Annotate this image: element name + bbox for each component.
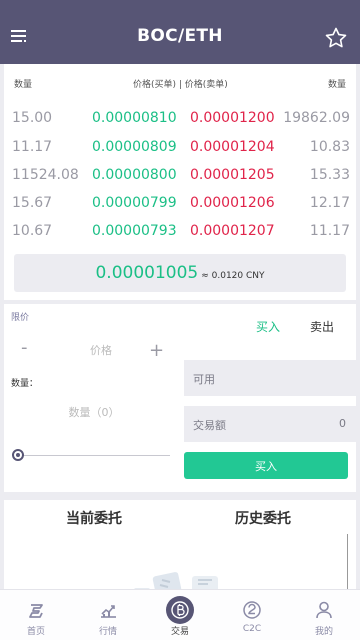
trade-amount-value: 0 [339, 417, 346, 430]
tab-label: 我的 [314, 627, 333, 637]
order-book: 数量 价格(买单) | 价格(卖单) 数量 15.00 0.00000810 0… [4, 64, 356, 300]
page-title: BOC/ETH [137, 26, 223, 46]
bid-qty: 15.67 [12, 195, 53, 211]
user-icon [316, 601, 332, 619]
available-label: 可用 [193, 373, 215, 386]
bid-price: 0.00000799 [92, 195, 177, 211]
price-input[interactable] [60, 340, 142, 360]
price-decrease-button[interactable]: - [21, 337, 28, 358]
tab-c2c[interactable]: C2C [216, 590, 288, 640]
tab-label: C2C [242, 624, 262, 634]
quantity-label: 数量： [11, 379, 39, 389]
ask-qty: 11.17 [309, 223, 350, 239]
qty-header-left: 数量 [14, 80, 33, 90]
tab-profile[interactable]: 我的 [288, 590, 360, 640]
quantity-slider-handle[interactable] [12, 449, 24, 461]
tab-current-orders[interactable]: 当前委托 [66, 508, 122, 528]
trade-amount-field: 交易额 0 [184, 406, 356, 442]
bottom-tab-bar: 首页 行情 交易 C2C 我的 [0, 589, 360, 640]
price-increase-button[interactable]: + [149, 340, 164, 361]
trade-amount-label: 交易额 [193, 419, 226, 432]
ask-qty: 15.33 [309, 167, 350, 183]
last-price-box: 0.00001005 ≈ 0.0120 CNY [14, 254, 346, 292]
bid-qty: 15.00 [12, 110, 53, 126]
qty-header-right: 数量 [327, 80, 346, 90]
bid-price: 0.00000800 [92, 167, 177, 183]
bid-price: 0.00000793 [92, 223, 177, 239]
tab-trade[interactable]: 交易 [144, 590, 216, 640]
book-row[interactable]: 10.67 0.00000793 0.00001207 11.17 [4, 223, 356, 253]
ask-price: 0.00001205 [190, 167, 275, 183]
ask-price: 0.00001204 [190, 139, 275, 155]
order-type-label[interactable]: 限价 [11, 310, 29, 323]
book-row[interactable]: 11.17 0.00000809 0.00001204 10.83 [4, 139, 356, 169]
tab-label: 交易 [170, 627, 189, 637]
available-balance-field: 可用 [184, 360, 356, 396]
bid-qty: 11524.08 [12, 167, 79, 183]
top-bar: BOC/ETH [0, 0, 360, 64]
c2c-icon [243, 601, 261, 619]
quantity-input[interactable]: 数量（0） [44, 404, 144, 420]
bid-price: 0.00000809 [92, 139, 177, 155]
book-row[interactable]: 11524.08 0.00000800 0.00001205 15.33 [4, 167, 356, 197]
tab-label: 首页 [26, 627, 45, 637]
ask-price: 0.00001206 [190, 195, 275, 211]
tab-market[interactable]: 行情 [72, 590, 144, 640]
buy-button[interactable]: 买入 [184, 452, 348, 479]
bitcoin-icon [171, 601, 189, 619]
trade-panel: 限价 - + 数量： 数量（0） 买入 卖出 可用 交易额 0 买入 [4, 304, 356, 492]
book-row[interactable]: 15.67 0.00000799 0.00001206 12.17 [4, 195, 356, 225]
bid-qty: 10.67 [12, 223, 53, 239]
last-price: 0.00001005 [95, 263, 199, 283]
tab-label: 行情 [98, 627, 117, 637]
ask-price: 0.00001207 [190, 223, 275, 239]
cny-equivalent: ≈ 0.0120 CNY [201, 271, 265, 281]
tab-sell[interactable]: 卖出 [310, 318, 334, 335]
quantity-slider-track[interactable] [16, 455, 170, 456]
tab-home[interactable]: 首页 [0, 590, 72, 640]
book-row[interactable]: 15.00 0.00000810 0.00001200 19862.09 [4, 110, 356, 140]
star-icon[interactable] [324, 26, 348, 50]
tab-buy[interactable]: 买入 [256, 318, 280, 335]
bid-price: 0.00000810 [92, 110, 177, 126]
ask-qty: 12.17 [309, 195, 350, 211]
home-icon [29, 604, 43, 618]
tab-order-history[interactable]: 历史委托 [235, 508, 291, 528]
chart-icon [101, 605, 116, 618]
bid-qty: 11.17 [12, 139, 53, 155]
scrollbar[interactable] [347, 534, 348, 594]
ask-qty: 10.83 [309, 139, 350, 155]
ask-price: 0.00001200 [190, 110, 275, 126]
ask-qty: 19862.09 [283, 110, 350, 126]
price-header: 价格(买单) | 价格(卖单) [133, 80, 228, 90]
